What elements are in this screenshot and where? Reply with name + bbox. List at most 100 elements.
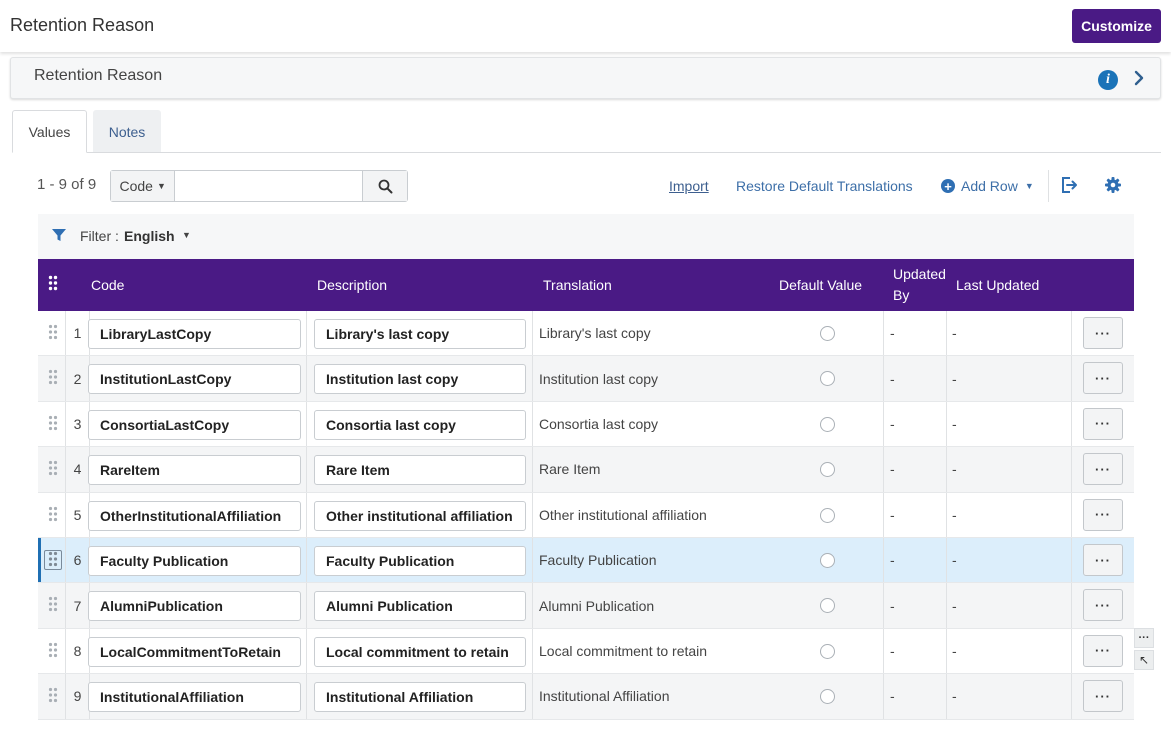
column-header-updated-by[interactable]: Updated By: [893, 259, 946, 311]
table-row[interactable]: 1 LibraryLastCopy Library's last copy Li…: [38, 311, 1134, 357]
import-link[interactable]: Import: [669, 178, 709, 194]
code-field[interactable]: ConsortiaLastCopy: [88, 409, 301, 440]
column-divider: [883, 356, 884, 401]
code-field[interactable]: OtherInstitutionalAffiliation: [88, 500, 301, 531]
table-row[interactable]: 4 RareItem Rare Item Rare Item - - ···: [38, 447, 1134, 493]
tab-values[interactable]: Values: [12, 110, 87, 153]
search-icon: [378, 179, 393, 193]
description-field[interactable]: Institutional Affiliation: [314, 682, 526, 713]
default-value-radio[interactable]: [820, 507, 835, 523]
row-actions-button[interactable]: ···: [1083, 498, 1123, 531]
column-divider: [306, 674, 307, 719]
row-actions-button[interactable]: ···: [1083, 634, 1123, 667]
row-actions-button[interactable]: ···: [1083, 680, 1123, 713]
column-divider: [883, 401, 884, 447]
row-actions-button[interactable]: ···: [1083, 362, 1123, 395]
page-title: Retention Reason: [10, 15, 155, 35]
updated-by-value: -: [890, 506, 895, 523]
column-divider: [306, 628, 307, 674]
table-row[interactable]: 3 ConsortiaLastCopy Consortia last copy …: [38, 401, 1134, 448]
description-field[interactable]: Other institutional affiliation: [314, 500, 526, 531]
row-number: 5: [65, 492, 90, 537]
code-field[interactable]: Faculty Publication: [88, 546, 301, 576]
table-row[interactable]: 7 AlumniPublication Alumni Publication A…: [38, 583, 1134, 629]
column-divider: [946, 538, 947, 583]
drag-handle-icon[interactable]: [48, 687, 58, 703]
column-header-code[interactable]: Code: [91, 259, 124, 311]
last-updated-value: -: [952, 370, 957, 387]
drag-handle-icon[interactable]: [48, 415, 58, 431]
code-field[interactable]: RareItem: [88, 455, 301, 486]
table-row[interactable]: 8 LocalCommitmentToRetain Local commitme…: [38, 628, 1134, 675]
column-header-description[interactable]: Description: [317, 259, 387, 311]
chevron-right-icon[interactable]: [1131, 66, 1147, 90]
filter-label: Filter :: [80, 228, 119, 244]
default-value-radio[interactable]: [820, 553, 835, 568]
code-field[interactable]: LocalCommitmentToRetain: [88, 636, 301, 667]
description-field[interactable]: Local commitment to retain: [314, 636, 526, 667]
drag-handle-icon[interactable]: [48, 324, 58, 340]
drag-handle-icon[interactable]: [48, 369, 58, 385]
row-actions-button[interactable]: ···: [1083, 317, 1123, 349]
filter-language-select[interactable]: English: [124, 228, 175, 244]
drag-handle-icon[interactable]: [48, 596, 58, 612]
search-button[interactable]: [362, 171, 407, 201]
default-value-radio[interactable]: [820, 326, 835, 341]
row-actions-button[interactable]: ···: [1083, 453, 1123, 486]
description-field[interactable]: Library's last copy: [314, 319, 526, 349]
default-value-radio[interactable]: [820, 689, 835, 705]
description-field[interactable]: Institution last copy: [314, 364, 526, 395]
table-row[interactable]: 2 InstitutionLastCopy Institution last c…: [38, 356, 1134, 402]
restore-default-translations-link[interactable]: Restore Default Translations: [736, 178, 913, 194]
info-icon[interactable]: i: [1098, 70, 1118, 90]
default-value-radio[interactable]: [820, 598, 835, 614]
translation-text: Other institutional affiliation: [539, 506, 707, 523]
table-row-selected[interactable]: 6 Faculty Publication Faculty Publicatio…: [38, 538, 1134, 584]
description-field[interactable]: Faculty Publication: [314, 546, 526, 576]
row-actions-button[interactable]: ···: [1083, 544, 1123, 576]
selection-indicator: [38, 538, 41, 583]
add-row-button[interactable]: + Add Row ▼: [941, 178, 1034, 194]
column-divider: [306, 583, 307, 628]
description-field[interactable]: Rare Item: [314, 455, 526, 486]
last-updated-value: -: [952, 597, 957, 614]
code-field[interactable]: LibraryLastCopy: [88, 319, 301, 349]
side-arrow-button[interactable]: ↖: [1134, 650, 1154, 670]
row-actions-button[interactable]: ···: [1083, 407, 1123, 440]
table-row[interactable]: 5 OtherInstitutionalAffiliation Other in…: [38, 492, 1134, 538]
column-header-default-value[interactable]: Default Value: [779, 259, 862, 311]
description-field[interactable]: Consortia last copy: [314, 409, 526, 440]
code-field[interactable]: InstitutionLastCopy: [88, 364, 301, 395]
customize-button[interactable]: Customize: [1072, 9, 1161, 43]
tab-notes[interactable]: Notes: [93, 110, 161, 153]
column-header-last-updated[interactable]: Last Updated: [956, 259, 1039, 311]
row-actions-button[interactable]: ···: [1083, 589, 1123, 622]
default-value-radio[interactable]: [820, 643, 835, 659]
export-icon[interactable]: [1060, 176, 1078, 194]
column-divider: [306, 447, 307, 492]
default-value-radio[interactable]: [820, 371, 835, 387]
code-field[interactable]: AlumniPublication: [88, 591, 301, 622]
code-field[interactable]: InstitutionalAffiliation: [88, 682, 301, 713]
search-field-select[interactable]: Code ▼: [111, 171, 176, 201]
caret-down-icon[interactable]: ▼: [182, 230, 191, 240]
column-divider: [946, 492, 947, 537]
translation-text: Local commitment to retain: [539, 642, 708, 659]
description-field[interactable]: Alumni Publication: [314, 591, 526, 622]
default-value-radio[interactable]: [820, 416, 835, 432]
drag-handle-icon[interactable]: [48, 642, 58, 658]
section-header: Retention Reason i: [10, 57, 1161, 99]
row-number: 4: [65, 447, 90, 492]
column-header-translation[interactable]: Translation: [543, 259, 612, 311]
drag-handle-icon[interactable]: [48, 551, 58, 567]
gear-icon[interactable]: [1104, 176, 1122, 194]
default-value-radio[interactable]: [820, 462, 835, 478]
side-more-button[interactable]: ···: [1134, 628, 1154, 648]
search-input[interactable]: [175, 171, 363, 201]
drag-handle-icon[interactable]: [48, 460, 58, 476]
updated-by-value: -: [890, 552, 895, 569]
drag-handle-icon[interactable]: [48, 506, 58, 522]
last-updated-value: -: [952, 506, 957, 523]
column-divider: [306, 401, 307, 447]
table-row[interactable]: 9 InstitutionalAffiliation Institutional…: [38, 674, 1134, 720]
